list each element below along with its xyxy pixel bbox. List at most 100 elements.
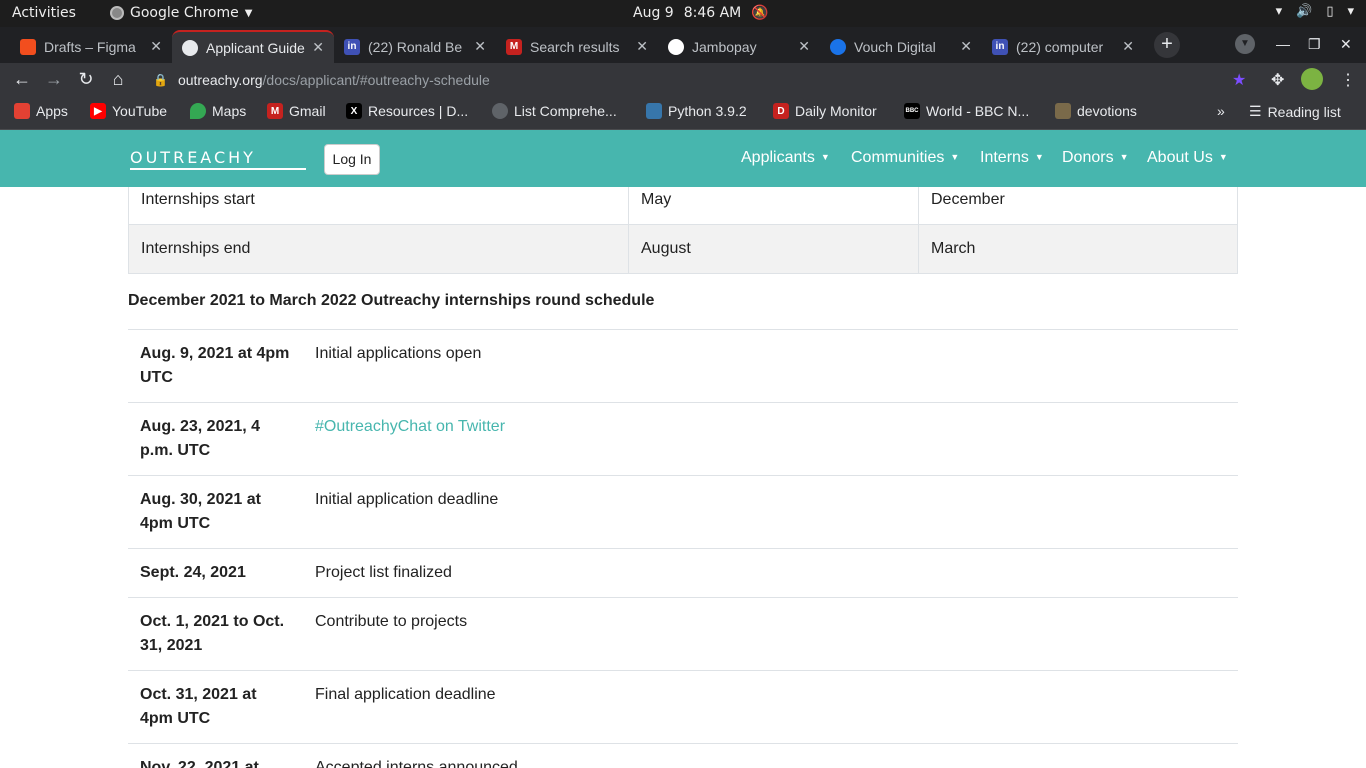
wifi-icon: ▾ (1275, 4, 1283, 19)
site-navbar: OUTREACHY Log In Applicants ▼ Communities… (0, 130, 1366, 187)
bookmark-label: Python 3.9.2 (668, 103, 747, 119)
reading-list-button[interactable]: ☰ Reading list (1249, 103, 1341, 120)
bookmark-resources[interactable]: X Resources | D... (346, 103, 468, 119)
schedule-date: Oct. 31, 2021 at 4pm UTC (128, 670, 303, 744)
bookmarks-bar: Apps ▶ YouTube Maps M Gmail X Resources | D… (0, 96, 1366, 130)
schedule-event: #OutreachyChat on Twitter (303, 402, 1238, 476)
close-icon[interactable]: ✕ (150, 38, 162, 55)
youtube-icon: ▶ (90, 103, 106, 119)
activities-button[interactable]: Activities (12, 5, 76, 21)
bookmark-star-icon[interactable]: ★ (1232, 70, 1246, 90)
clock[interactable]: Aug 9 8:46 AM 🔕 (633, 5, 769, 21)
bookmark-gmail[interactable]: M Gmail (267, 103, 326, 119)
tab[interactable]: Vouch Digital ✕ (820, 30, 982, 63)
tab-title: Vouch Digital (854, 38, 936, 55)
caret-down-icon: ▼ (244, 7, 253, 19)
browser-toolbar: ← → ↻ ⌂ 🔒 outreachy.org/docs/applicant/#… (0, 63, 1366, 96)
tab-search-icon[interactable]: ▼ (1235, 34, 1255, 54)
table-cell: May (628, 187, 919, 225)
table-cell: Internships start (128, 187, 629, 225)
close-icon[interactable]: ✕ (1122, 38, 1134, 55)
reload-icon[interactable]: ↻ (75, 69, 97, 90)
bookmark-label: Gmail (289, 103, 326, 119)
bookmark-apps[interactable]: Apps (14, 103, 68, 119)
bookmark-label: Resources | D... (368, 103, 469, 119)
extensions-icon[interactable]: ✥ (1271, 70, 1284, 90)
system-status-area[interactable]: ▾ 🔊 ▯ ▾ (1276, 4, 1354, 19)
globe-icon (182, 39, 198, 56)
table-row: Nov. 22, 2021 at Accepted interns announ… (128, 743, 1238, 768)
schedule-date: Nov. 22, 2021 at (128, 743, 303, 768)
table-row: Internships end August March (128, 224, 1238, 274)
close-icon[interactable]: ✕ (636, 38, 648, 55)
schedule-date: Aug. 23, 2021, 4 p.m. UTC (128, 402, 303, 476)
schedule-event: Final application deadline (303, 670, 1238, 744)
tab-active[interactable]: Applicant Guide ✕ (172, 30, 334, 63)
nav-about-us[interactable]: About Us ▼ (1147, 149, 1228, 167)
maximize-icon[interactable]: ❐ (1308, 36, 1321, 53)
tab-title: (22) computer (1016, 38, 1104, 55)
minimize-icon[interactable]: — (1276, 36, 1290, 52)
figma-icon (20, 38, 36, 55)
bookmark-list-comprehension[interactable]: List Comprehe... (492, 103, 617, 119)
tab-title: Search results (530, 38, 620, 55)
caret-down-icon: ▼ (1218, 152, 1228, 162)
caret-down-icon: ▼ (1119, 152, 1129, 162)
login-button[interactable]: Log In (324, 144, 380, 175)
forward-icon[interactable]: → (43, 69, 65, 90)
schedule-event: Contribute to projects (303, 597, 1238, 671)
caret-down-icon: ▼ (820, 152, 830, 162)
nav-label: Donors (1062, 149, 1114, 166)
back-icon[interactable]: ← (11, 69, 33, 90)
close-icon[interactable]: ✕ (474, 38, 486, 55)
schedule-date: Sept. 24, 2021 (128, 548, 303, 598)
nav-donors[interactable]: Donors ▼ (1062, 149, 1129, 167)
internship-dates-table: Internships start May December Internshi… (128, 187, 1238, 274)
close-icon[interactable]: ✕ (960, 38, 972, 55)
close-icon[interactable]: ✕ (798, 38, 810, 55)
bookmark-bbc[interactable]: BBC World - BBC N... (904, 103, 1029, 119)
gmail-icon: M (506, 38, 522, 55)
close-icon[interactable]: ✕ (312, 39, 324, 56)
bookmark-maps[interactable]: Maps (190, 103, 246, 119)
reading-list-label: Reading list (1267, 103, 1341, 120)
url-host: outreachy.org (177, 72, 263, 88)
avatar[interactable] (1301, 68, 1323, 90)
tab[interactable]: Jambopay ✕ (658, 30, 820, 63)
bookmark-python[interactable]: Python 3.9.2 (646, 103, 747, 119)
app-name: Google Chrome (130, 5, 239, 21)
schedule-date: Aug. 9, 2021 at 4pm UTC (128, 329, 303, 403)
app-menu[interactable]: Google Chrome ▼ (110, 5, 252, 21)
home-icon[interactable]: ⌂ (107, 69, 129, 90)
tab[interactable]: Drafts – Figma ✕ (10, 30, 172, 63)
page-content: Internships start May December Internshi… (0, 187, 1366, 768)
table-cell: Internships end (128, 224, 629, 274)
outreachy-logo[interactable]: OUTREACHY (130, 148, 306, 170)
bookmark-devotions[interactable]: devotions (1055, 103, 1137, 119)
bookmark-daily-monitor[interactable]: D Daily Monitor (773, 103, 877, 119)
schedule-event: Project list finalized (303, 548, 1238, 598)
devotions-icon (1055, 103, 1071, 119)
address-bar[interactable]: 🔒 outreachy.org/docs/applicant/#outreach… (141, 66, 1221, 94)
python-icon (646, 103, 662, 119)
tab[interactable]: in (22) Ronald Be ✕ (334, 30, 496, 63)
bookmark-youtube[interactable]: ▶ YouTube (90, 103, 167, 119)
schedule-date: Oct. 1, 2021 to Oct. 31, 2021 (128, 597, 303, 671)
tab[interactable]: M Search results ✕ (496, 30, 658, 63)
more-bookmarks-icon[interactable]: » (1217, 103, 1225, 119)
time-label: 8:46 AM (683, 5, 742, 21)
close-window-icon[interactable]: ✕ (1340, 36, 1352, 53)
globe-icon (492, 103, 508, 119)
lock-icon[interactable]: 🔒 (153, 73, 168, 87)
schedule-table: Aug. 9, 2021 at 4pm UTC Initial applicat… (128, 329, 1238, 768)
tab[interactable]: in (22) computer ✕ (982, 30, 1144, 63)
nav-interns[interactable]: Interns ▼ (980, 149, 1044, 167)
menu-icon[interactable]: ⋮ (1340, 70, 1356, 90)
nav-applicants[interactable]: Applicants ▼ (741, 149, 830, 167)
chrome-icon (110, 6, 124, 20)
new-tab-button[interactable]: + (1154, 32, 1180, 58)
outreachychat-twitter-link[interactable]: #OutreachyChat on Twitter (315, 418, 505, 435)
jambopay-icon (668, 38, 684, 55)
caret-down-icon: ▼ (1034, 152, 1044, 162)
nav-communities[interactable]: Communities ▼ (851, 149, 959, 167)
